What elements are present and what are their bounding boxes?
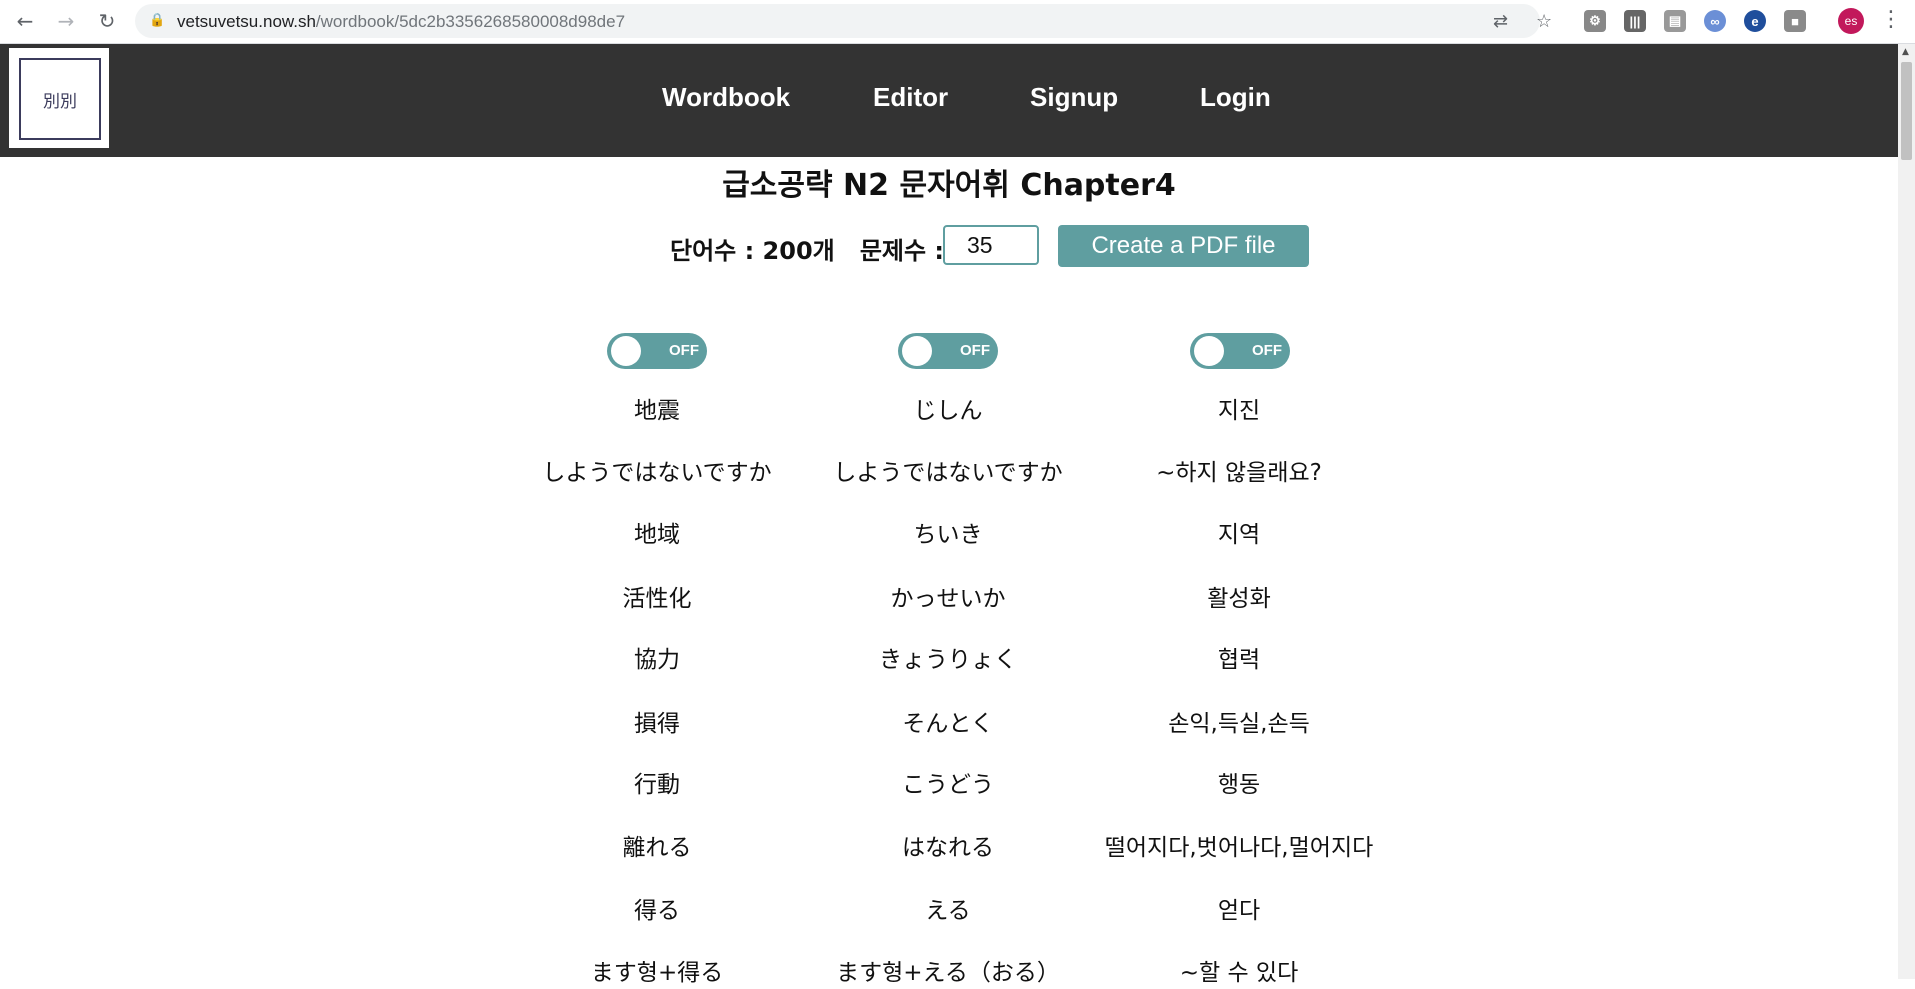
toggle-knob bbox=[1194, 336, 1224, 366]
logo-text: 別別 bbox=[19, 58, 101, 140]
word-reading: こうどう bbox=[902, 772, 994, 798]
address-bar[interactable]: 🔒 vetsuvetsu.now.sh/wordbook/5dc2b335626… bbox=[135, 4, 1552, 38]
word-kanji: 得る bbox=[634, 898, 680, 924]
word-meaning: 지역 bbox=[1217, 522, 1261, 548]
word-reading: きょうりょく bbox=[879, 647, 1017, 673]
toggle-state: OFF bbox=[960, 342, 990, 359]
word-count-label: 단어수 : 200개 bbox=[670, 237, 835, 265]
extension-e-icon[interactable]: e bbox=[1744, 10, 1766, 32]
extension-gear-icon[interactable]: ⚙ bbox=[1584, 10, 1606, 32]
scroll-up-icon[interactable]: ▲ bbox=[1902, 47, 1909, 57]
word-kanji: 損得 bbox=[634, 711, 680, 737]
word-meaning: 활성화 bbox=[1207, 586, 1271, 612]
page-title: 급소공략 N2 문자어휘 Chapter4 bbox=[722, 168, 1176, 203]
toggle-knob bbox=[902, 336, 932, 366]
toggle-knob bbox=[611, 336, 641, 366]
extension-barcode-icon[interactable]: ||| bbox=[1624, 10, 1646, 32]
nav-signup[interactable]: Signup bbox=[1030, 82, 1118, 113]
word-reading: じしん bbox=[913, 398, 983, 424]
word-reading: かっせいか bbox=[890, 586, 1006, 612]
word-meaning: 손익,득실,손득 bbox=[1168, 711, 1310, 737]
word-reading: ます형+える（おる） bbox=[836, 960, 1060, 986]
nav-wordbook[interactable]: Wordbook bbox=[662, 82, 790, 113]
toggle-state: OFF bbox=[1252, 342, 1282, 359]
count-summary: 단어수 : 200개 문제수 : bbox=[670, 231, 944, 266]
browser-toolbar: ← → ↻ 🔒 vetsuvetsu.now.sh/wordbook/5dc2b… bbox=[0, 0, 1915, 44]
word-meaning: ~할 수 있다 bbox=[1179, 960, 1299, 986]
question-count-label: 문제수 : bbox=[859, 237, 945, 265]
word-kanji: ます형+得る bbox=[590, 960, 724, 986]
site-header: 別別 Wordbook Editor Signup Login bbox=[0, 44, 1898, 157]
word-reading: ちいき bbox=[913, 522, 983, 548]
word-kanji: 活性化 bbox=[622, 586, 692, 612]
reload-icon[interactable]: ↻ bbox=[92, 6, 122, 36]
back-icon[interactable]: ← bbox=[10, 6, 40, 36]
translate-icon[interactable]: ⇄ bbox=[1493, 11, 1508, 32]
word-kanji: 地震 bbox=[634, 398, 680, 424]
word-meaning: 떨어지다,벗어나다,멀어지다 bbox=[1104, 835, 1374, 861]
logo[interactable]: 別別 bbox=[9, 48, 109, 148]
word-meaning: 지진 bbox=[1217, 398, 1261, 424]
toggle-state: OFF bbox=[669, 342, 699, 359]
word-kanji: 行動 bbox=[634, 772, 680, 798]
question-count-input[interactable] bbox=[943, 225, 1039, 265]
nav-editor[interactable]: Editor bbox=[873, 82, 948, 113]
word-reading: える bbox=[925, 898, 971, 924]
url-text[interactable]: vetsuvetsu.now.sh/wordbook/5dc2b33562685… bbox=[177, 12, 625, 32]
word-meaning: 행동 bbox=[1217, 772, 1261, 798]
page-scrollbar[interactable]: ▲ bbox=[1898, 44, 1915, 979]
word-meaning: ~하지 않을래요? bbox=[1156, 460, 1322, 486]
extension-link-icon[interactable]: ∞ bbox=[1704, 10, 1726, 32]
word-meaning: 얻다 bbox=[1217, 898, 1261, 924]
nav-login[interactable]: Login bbox=[1200, 82, 1271, 113]
scroll-thumb[interactable] bbox=[1901, 62, 1912, 160]
toggle-meaning-column[interactable]: OFF bbox=[1190, 333, 1290, 369]
extension-photo-icon[interactable]: ■ bbox=[1784, 10, 1806, 32]
forward-icon[interactable]: → bbox=[51, 6, 81, 36]
browser-menu-icon[interactable]: ⋮ bbox=[1880, 7, 1902, 32]
star-icon[interactable]: ☆ bbox=[1536, 11, 1552, 32]
word-reading: はなれる bbox=[902, 835, 994, 861]
word-meaning: 협력 bbox=[1217, 647, 1261, 673]
extension-screen-icon[interactable]: ▤ bbox=[1664, 10, 1686, 32]
word-kanji: 離れる bbox=[622, 835, 692, 861]
lock-icon: 🔒 bbox=[149, 13, 166, 28]
word-reading: そんとく bbox=[902, 711, 994, 737]
profile-avatar[interactable]: es bbox=[1838, 8, 1864, 34]
word-kanji: 地域 bbox=[634, 522, 680, 548]
toggle-reading-column[interactable]: OFF bbox=[898, 333, 998, 369]
word-reading: しようではないですか bbox=[833, 460, 1063, 486]
word-kanji: 協力 bbox=[634, 647, 680, 673]
word-kanji: しようではないですか bbox=[542, 460, 772, 486]
create-pdf-button[interactable]: Create a PDF file bbox=[1058, 225, 1309, 267]
toggle-kanji-column[interactable]: OFF bbox=[607, 333, 707, 369]
